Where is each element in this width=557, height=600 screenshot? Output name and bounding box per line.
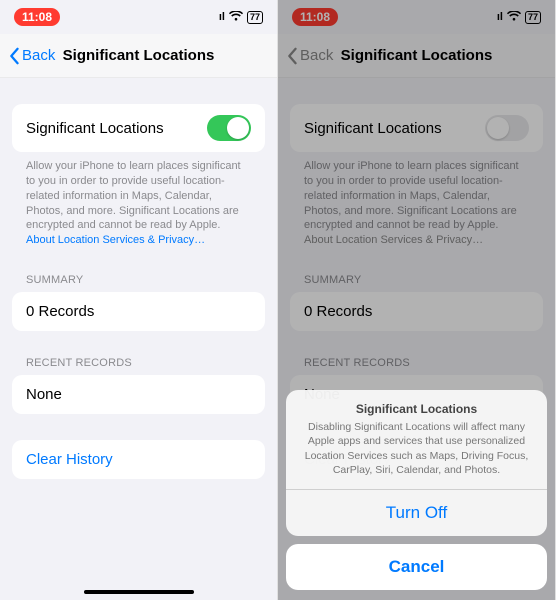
clear-history-label: Clear History	[26, 451, 113, 468]
chevron-left-icon	[8, 47, 20, 65]
clear-history-button[interactable]: Clear History	[12, 440, 265, 479]
significant-locations-switch[interactable]	[207, 115, 251, 141]
recent-records-value: None	[26, 386, 62, 403]
back-button[interactable]: Back	[8, 47, 55, 65]
action-sheet-body: Significant Locations Disabling Signific…	[286, 390, 547, 536]
status-indicators: ıl 77	[219, 11, 263, 24]
toggle-footer: Allow your iPhone to learn places signif…	[12, 152, 265, 248]
summary-value: 0 Records	[26, 303, 94, 320]
content-area: Significant Locations Allow your iPhone …	[0, 78, 277, 479]
footer-description: Allow your iPhone to learn places signif…	[26, 160, 241, 231]
signal-icon: ıl	[219, 11, 225, 23]
status-bar: 11:08 ıl 77	[0, 0, 277, 34]
nav-bar: Back Significant Locations	[0, 34, 277, 78]
action-sheet: Significant Locations Disabling Signific…	[286, 390, 547, 590]
summary-header: SUMMARY	[12, 274, 265, 292]
battery-icon: 77	[247, 11, 263, 24]
action-sheet-message: Disabling Significant Locations will aff…	[302, 420, 531, 477]
action-sheet-title: Significant Locations	[302, 402, 531, 416]
significant-locations-toggle-row[interactable]: Significant Locations	[12, 104, 265, 152]
recent-records-cell: None	[12, 375, 265, 414]
status-time-badge: 11:08	[14, 8, 60, 26]
summary-cell[interactable]: 0 Records	[12, 292, 265, 331]
cancel-button[interactable]: Cancel	[286, 544, 547, 590]
recent-records-header: RECENT RECORDS	[12, 357, 265, 375]
privacy-link[interactable]: About Location Services & Privacy…	[26, 234, 205, 246]
toggle-label: Significant Locations	[26, 120, 164, 137]
wifi-icon	[229, 11, 243, 24]
action-sheet-header: Significant Locations Disabling Signific…	[286, 390, 547, 489]
turn-off-button[interactable]: Turn Off	[286, 489, 547, 536]
back-label: Back	[22, 47, 55, 64]
phone-right: 11:08 ıl 77 Back Significant Locations S…	[278, 0, 556, 600]
home-indicator[interactable]	[84, 590, 194, 594]
phone-left: 11:08 ıl 77 Back Significant Locations S…	[0, 0, 278, 600]
